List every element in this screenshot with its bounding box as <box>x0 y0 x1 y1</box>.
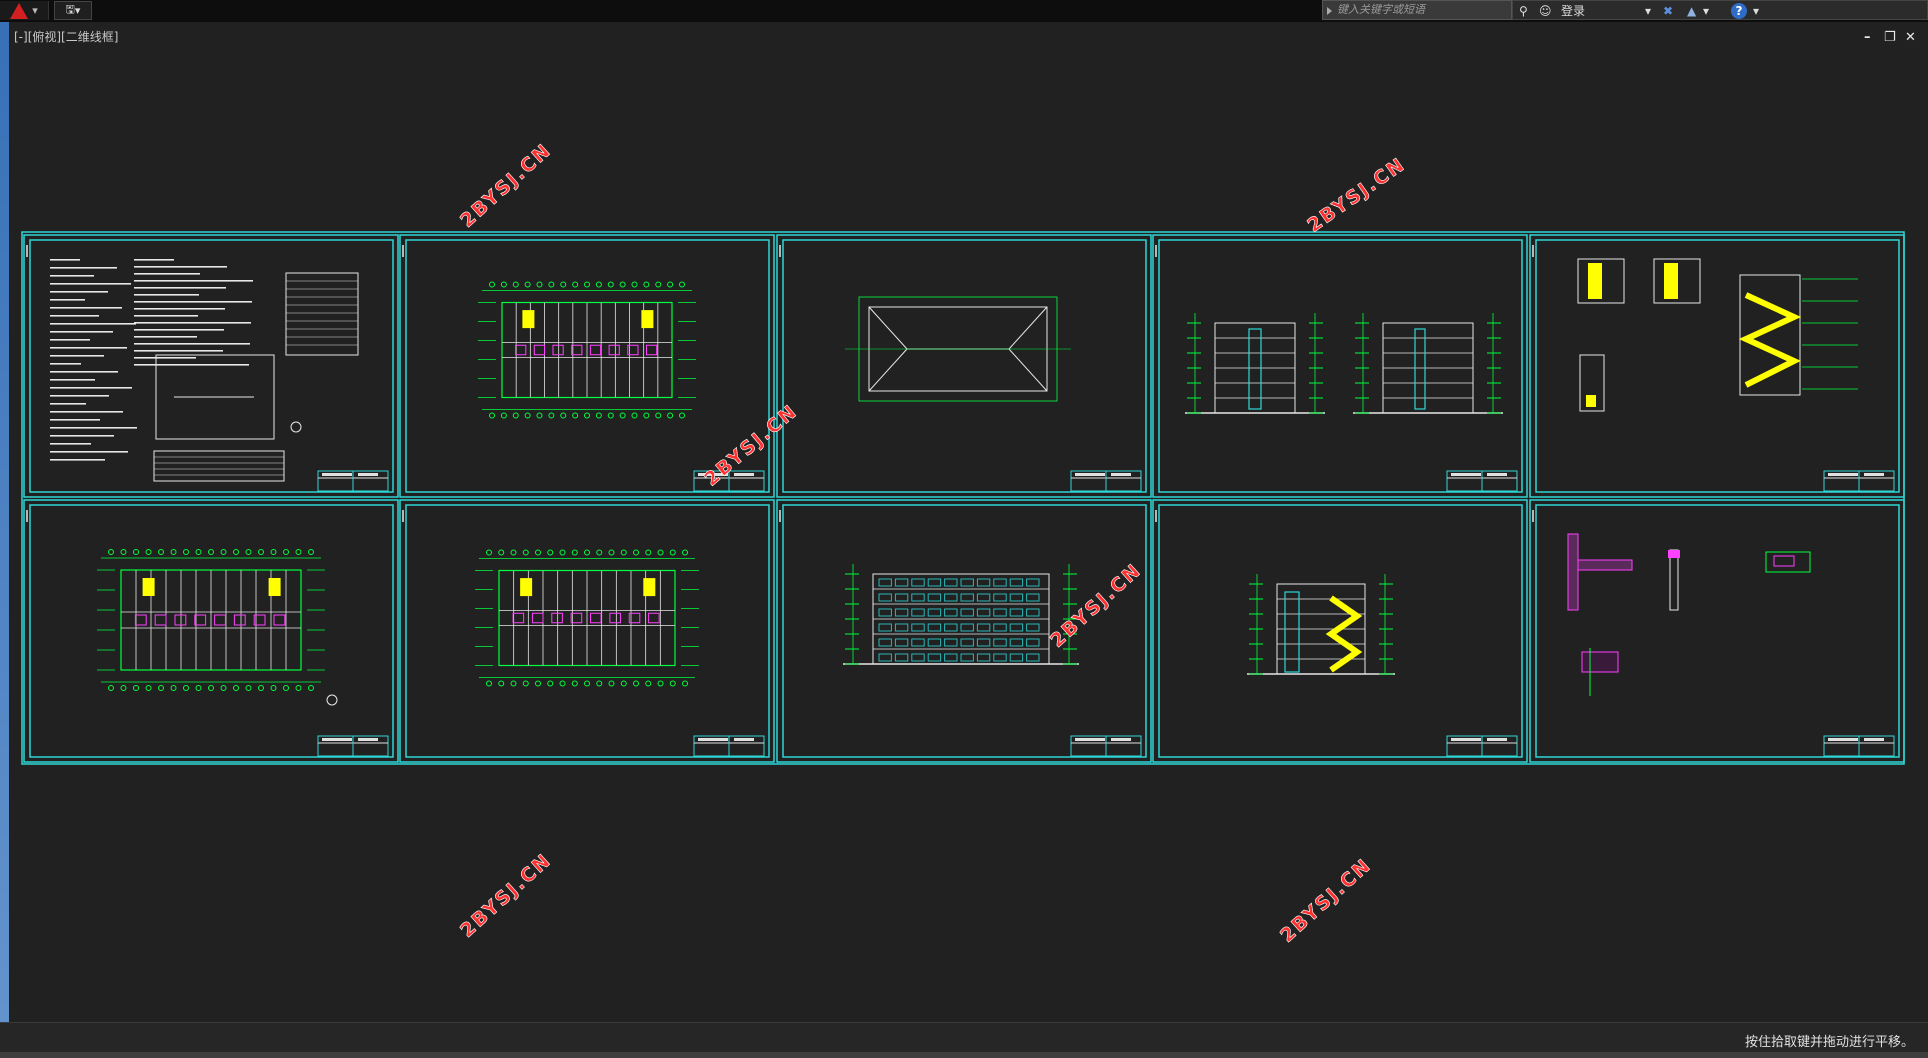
status-bar <box>0 1022 1928 1053</box>
watermark-text: 2BYSJ.CN <box>1303 153 1409 237</box>
drawing-sheet-ground-floor-plan[interactable] <box>23 499 399 763</box>
layout-outer-border <box>21 231 1905 765</box>
drawing-sheet-design-notes[interactable] <box>23 234 399 498</box>
status-message: 按住拾取键并拖动进行平移。 <box>1744 1035 1914 1050</box>
drawing-sheet-side-elevations[interactable] <box>1152 234 1528 498</box>
drawing-sheet-front-elevation[interactable] <box>776 499 1152 763</box>
drawing-sheet-section[interactable] <box>1152 499 1528 763</box>
watermark-text: 2BYSJ.CN <box>1276 854 1376 947</box>
drawing-sheet-standard-floor-plan[interactable] <box>399 499 775 763</box>
drawing-sheet-roof-plan[interactable] <box>776 234 1152 498</box>
drawing-canvas[interactable]: 2BYSJ.CN 2BYSJ.CN 2BYSJ.CN 2BYSJ.CN 2BYSJ.CN… <box>0 0 1928 1058</box>
watermark-text: 2BYSJ.CN <box>456 849 556 942</box>
drawing-sheet-wall-details[interactable] <box>1529 499 1905 763</box>
watermark-text: 2BYSJ.CN <box>1046 559 1146 652</box>
scrollbar-strip[interactable] <box>0 1052 1928 1058</box>
drawing-sheet-stair-details[interactable] <box>1529 234 1905 498</box>
watermark-text: 2BYSJ.CN <box>700 400 802 490</box>
watermark-text: 2BYSJ.CN <box>456 139 556 232</box>
